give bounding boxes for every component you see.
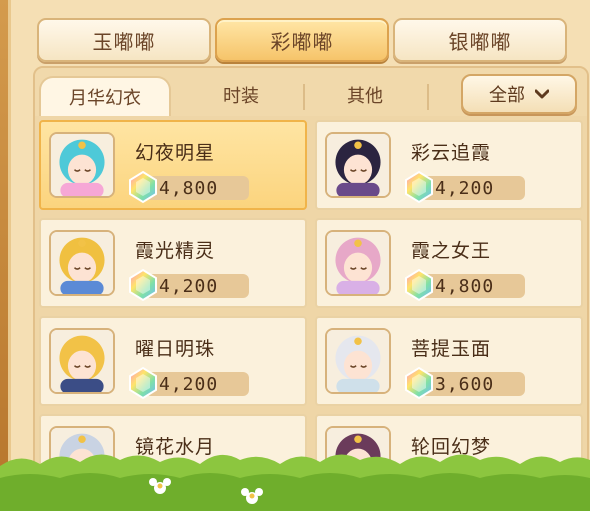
rainbow-gem-icon: [405, 366, 433, 400]
item-price: 4,800: [435, 276, 495, 297]
shop-panel: 玉嘟嘟 彩嘟嘟 银嘟嘟 月华幻衣 时装 其他 全部 幻夜明星 4,800 彩云追…: [8, 0, 590, 474]
character-portrait: [325, 328, 391, 394]
tab-label: 玉嘟嘟: [92, 29, 156, 54]
tab-rainbow-dudu[interactable]: 彩嘟嘟: [215, 18, 389, 62]
item-card[interactable]: 曜日明珠 4,200: [39, 316, 307, 406]
tab-fashion[interactable]: 时装: [181, 76, 301, 114]
rainbow-gem-icon: [405, 170, 433, 204]
tab-label: 时装: [223, 86, 259, 107]
side-panel-edge: [0, 0, 8, 470]
category-tabs: 月华幻衣 时装 其他 全部: [35, 68, 587, 116]
chevron-down-icon: [535, 89, 549, 99]
item-price: 4,200: [159, 374, 219, 395]
item-name: 霞光精灵: [135, 240, 216, 262]
tab-jade-dudu[interactable]: 玉嘟嘟: [37, 18, 211, 62]
tab-label: 银嘟嘟: [448, 29, 512, 54]
rainbow-gem-icon: [129, 268, 157, 302]
tab-divider: [427, 84, 429, 110]
rainbow-gem-icon: [405, 268, 433, 302]
item-price: 4,800: [159, 178, 219, 199]
tab-other[interactable]: 其他: [305, 76, 425, 114]
item-card[interactable]: 霞之女王 4,800: [315, 218, 583, 308]
rainbow-gem-icon: [129, 170, 157, 204]
tab-label: 月华幻衣: [69, 88, 141, 109]
tab-label: 彩嘟嘟: [270, 29, 334, 54]
tab-silver-dudu[interactable]: 银嘟嘟: [393, 18, 567, 62]
item-name: 菩提玉面: [411, 338, 492, 360]
item-name: 幻夜明星: [135, 142, 216, 164]
character-portrait: [325, 132, 391, 198]
filter-label: 全部: [489, 85, 525, 106]
item-name: 曜日明珠: [135, 338, 216, 360]
item-card[interactable]: 霞光精灵 4,200: [39, 218, 307, 308]
character-portrait: [49, 328, 115, 394]
item-price: 3,600: [435, 374, 495, 395]
item-card[interactable]: 幻夜明星 4,800: [39, 120, 307, 210]
character-portrait: [325, 230, 391, 296]
grass-decoration: [0, 454, 590, 511]
item-name: 彩云追霞: [411, 142, 492, 164]
item-price: 4,200: [435, 178, 495, 199]
character-portrait: [49, 230, 115, 296]
item-name: 霞之女王: [411, 240, 492, 262]
item-card[interactable]: 彩云追霞 4,200: [315, 120, 583, 210]
item-list-frame: 月华幻衣 时装 其他 全部 幻夜明星 4,800 彩云追霞 4,200 霞光精灵 4,20…: [33, 66, 589, 474]
item-price: 4,200: [159, 276, 219, 297]
tab-label: 其他: [347, 86, 383, 107]
character-portrait: [49, 132, 115, 198]
rainbow-gem-icon: [129, 366, 157, 400]
item-card[interactable]: 菩提玉面 3,600: [315, 316, 583, 406]
tab-moon-robes[interactable]: 月华幻衣: [39, 76, 171, 116]
filter-dropdown[interactable]: 全部: [461, 74, 577, 114]
